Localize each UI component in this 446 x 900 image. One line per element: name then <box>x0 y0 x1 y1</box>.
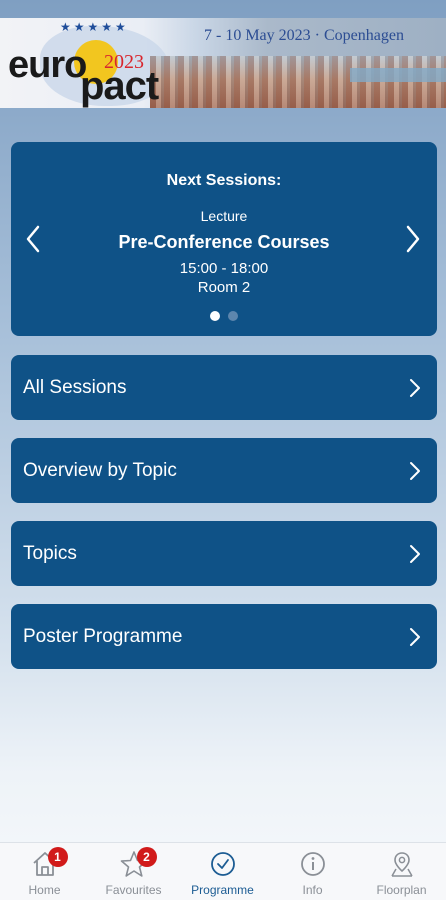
harbour-graphic <box>350 68 446 82</box>
tab-label: Favourites <box>105 883 162 897</box>
info-icon <box>300 852 325 876</box>
chevron-right-icon <box>410 378 420 397</box>
header-banner: ★★★★★ euro 2023 pact 7 - 10 May 2023 · C… <box>0 18 446 108</box>
logo-pact-text: pact <box>80 64 159 108</box>
next-sessions-heading: Next Sessions: <box>166 172 282 189</box>
session-room: Room 2 <box>197 279 251 296</box>
tab-favourites[interactable]: 2 Favourites <box>89 843 178 900</box>
carousel-dot-2[interactable] <box>228 311 238 321</box>
menu-item-label: All Sessions <box>23 376 127 398</box>
menu-item-label: Topics <box>23 542 77 564</box>
carousel-page-indicator <box>11 311 437 321</box>
menu-item-label: Poster Programme <box>23 625 183 647</box>
clock-icon <box>210 852 235 876</box>
next-sessions-card[interactable]: Next Sessions: Lecture Pre-Conference Co… <box>11 142 437 336</box>
tab-label: Home <box>28 883 61 897</box>
session-time: 15:00 - 18:00 <box>179 260 269 277</box>
logo-euro-text: euro <box>8 44 87 86</box>
chevron-right-icon <box>410 461 420 480</box>
chevron-right-icon <box>406 225 420 253</box>
map-pin-icon <box>390 852 413 877</box>
tab-home[interactable]: 1 Home <box>0 843 89 900</box>
tab-label: Programme <box>191 883 254 897</box>
tab-programme[interactable]: Programme <box>178 843 267 900</box>
city-photo <box>150 56 446 108</box>
menu-item-all-sessions[interactable]: All Sessions <box>11 355 437 420</box>
home-badge: 1 <box>47 847 68 867</box>
session-title[interactable]: Pre-Conference Courses <box>11 232 437 253</box>
favourites-badge: 2 <box>136 847 157 867</box>
menu-item-overview-by-topic[interactable]: Overview by Topic <box>11 438 437 503</box>
eu-stars-graphic: ★★★★★ <box>60 20 129 34</box>
menu-item-topics[interactable]: Topics <box>11 521 437 586</box>
bottom-tab-bar: 1 Home 2 Favourites Programme Info Floor… <box>0 842 446 900</box>
menu-item-label: Overview by Topic <box>23 459 177 481</box>
tab-label: Floorplan <box>376 883 427 897</box>
session-type: Lecture <box>200 208 248 224</box>
chevron-right-icon <box>410 544 420 563</box>
event-date-location: 7 - 10 May 2023 · Copenhagen <box>204 27 404 44</box>
chevron-right-icon <box>410 627 420 646</box>
tab-info[interactable]: Info <box>268 843 357 900</box>
tab-label: Info <box>302 883 323 897</box>
next-session-button[interactable] <box>399 224 427 254</box>
menu-item-poster-programme[interactable]: Poster Programme <box>11 604 437 669</box>
tab-floorplan[interactable]: Floorplan <box>357 843 446 900</box>
carousel-dot-1[interactable] <box>210 311 220 321</box>
